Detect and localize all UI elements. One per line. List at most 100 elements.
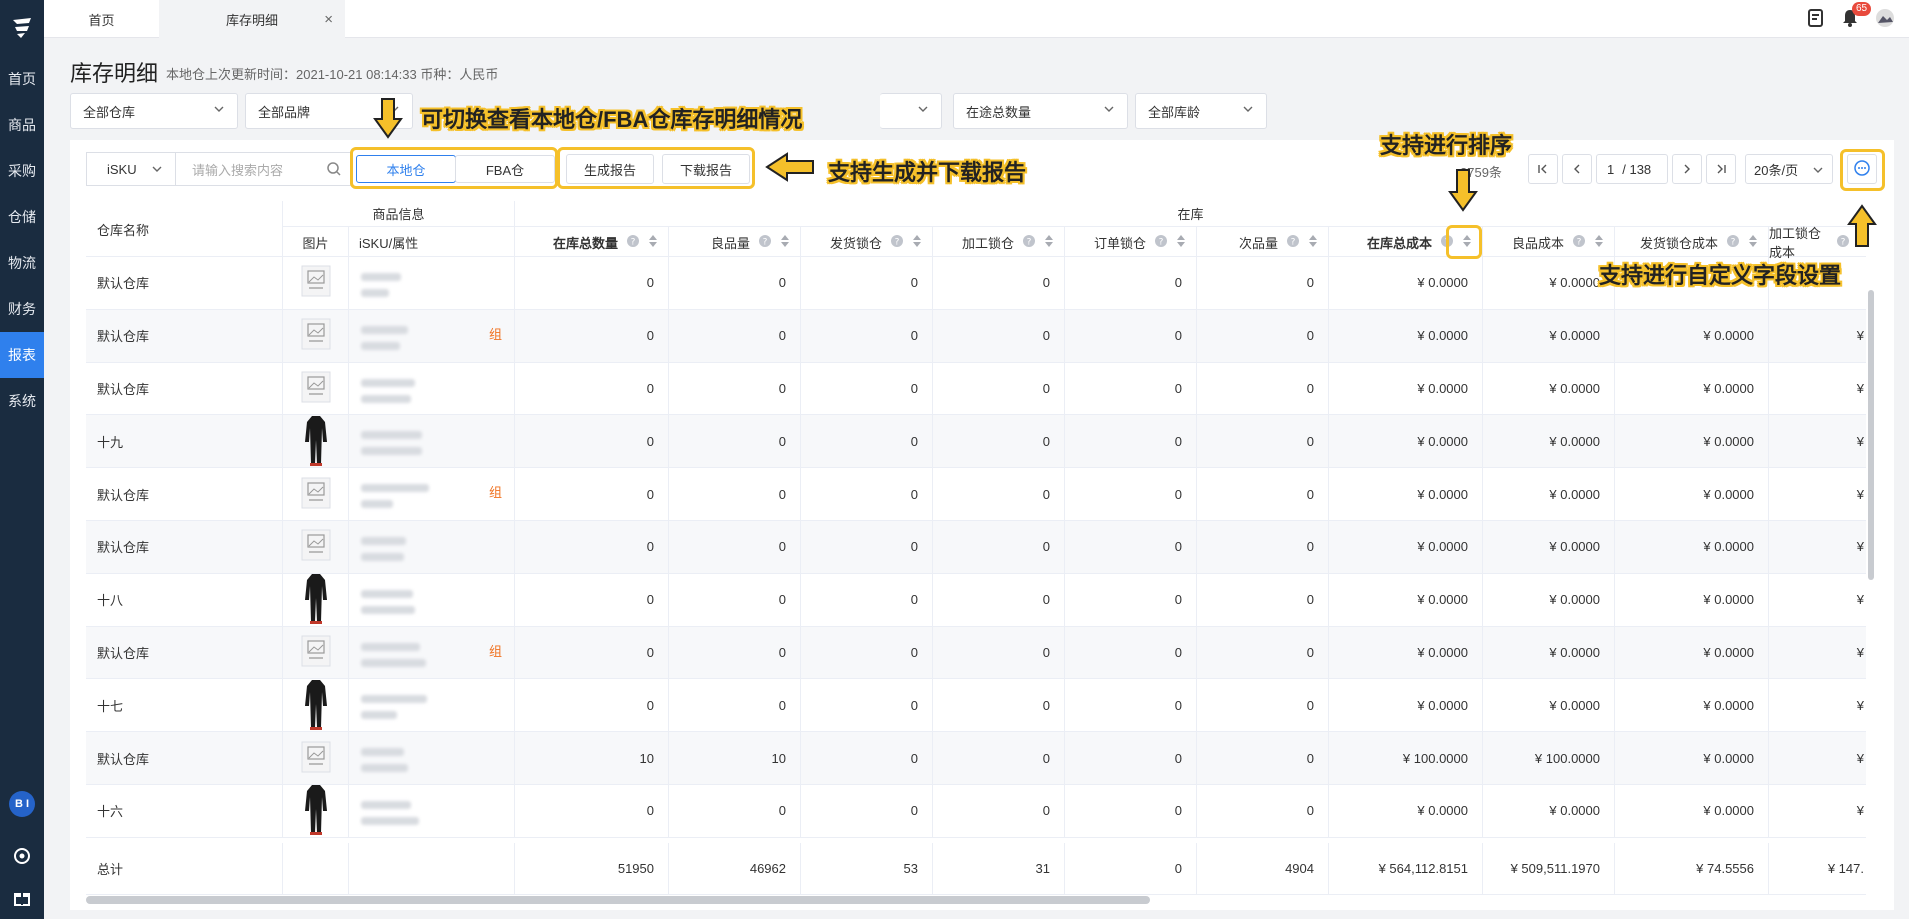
table-row[interactable]: 默认仓库组 0 0 0 0 0 0 ¥ 0.0000 ¥ 0.0000 ¥ 0.0000 ¥ <box>86 468 1866 521</box>
total-empty-cell <box>283 842 349 894</box>
search-input[interactable]: 请输入搜索内容 <box>175 152 351 186</box>
table-row[interactable]: 默认仓库 10 10 0 0 0 0 ¥ 100.0000 ¥ 100.0000 ¥ 0.0000… <box>86 732 1866 785</box>
help-icon[interactable]: ? <box>890 234 904 251</box>
header-good_cost[interactable]: 良品成本? <box>1483 227 1615 257</box>
header-ship_lock[interactable]: 发货锁仓? <box>801 227 933 257</box>
cell-image[interactable] <box>283 468 349 520</box>
total-ship_lock: 53 <box>801 842 933 894</box>
sidebar-item-4[interactable]: 物流 <box>0 240 44 286</box>
sidebar-item-3[interactable]: 仓储 <box>0 194 44 240</box>
hidden-select[interactable] <box>880 93 942 129</box>
help-icon[interactable]: ? <box>1154 234 1168 251</box>
next-page-button[interactable] <box>1672 154 1702 184</box>
chevron-down-icon <box>1812 164 1824 179</box>
help-icon[interactable]: ? <box>1286 234 1300 251</box>
user-avatar[interactable] <box>1875 8 1895 31</box>
cell-isku[interactable]: 组 <box>349 309 515 362</box>
tab-inventory-detail[interactable]: 库存明细 × <box>159 0 345 38</box>
help-icon[interactable]: ? <box>1572 234 1586 251</box>
table-row[interactable]: 默认仓库组 0 0 0 0 0 0 ¥ 0.0000 ¥ 0.0000 ¥ 0.0000 ¥ <box>86 309 1866 363</box>
header-ship_lock_cost[interactable]: 发货锁仓成本? <box>1615 227 1769 257</box>
sort-icon[interactable] <box>1308 234 1318 251</box>
cell-defective: 0 <box>1197 679 1329 732</box>
cell-image[interactable] <box>283 573 349 626</box>
cell-isku[interactable] <box>349 362 515 415</box>
chevron-down-icon <box>151 163 163 178</box>
header-order_lock[interactable]: 订单锁仓? <box>1065 227 1197 257</box>
search-type-select[interactable]: iSKU <box>86 152 176 186</box>
sidebar-item-1[interactable]: 商品 <box>0 102 44 148</box>
redacted-text <box>361 378 415 387</box>
cell-image[interactable] <box>283 626 349 679</box>
sort-icon[interactable] <box>1594 234 1604 251</box>
warehouse-select[interactable]: 全部仓库 <box>70 93 238 129</box>
cell-isku[interactable] <box>349 257 515 309</box>
search-icon[interactable] <box>326 161 342 180</box>
help-icon[interactable]: ? <box>626 234 640 251</box>
sidebar-item-5[interactable]: 财务 <box>0 286 44 332</box>
horizontal-scrollbar[interactable] <box>86 896 1150 904</box>
sort-icon[interactable] <box>648 234 658 251</box>
table-row[interactable]: 默认仓库 0 0 0 0 0 0 ¥ 0.0000 ¥ 0.0000 ¥ 0.0000 ¥ <box>86 362 1866 416</box>
cell-image[interactable] <box>283 257 349 309</box>
stock-age-select[interactable]: 全部库龄 <box>1135 93 1267 129</box>
page-size-select[interactable]: 20条/页 <box>1745 154 1833 184</box>
cell-isku[interactable] <box>349 679 515 732</box>
cell-order_lock: 0 <box>1065 468 1197 520</box>
prev-page-button[interactable] <box>1562 154 1592 184</box>
table-row[interactable]: 十九 0 0 0 0 0 0 ¥ 0.0000 ¥ 0.0000 ¥ 0.0000 ¥ <box>86 415 1866 469</box>
vertical-scrollbar[interactable] <box>1868 290 1874 580</box>
sidebar-item-2[interactable]: 采购 <box>0 148 44 194</box>
header-total_qty[interactable]: 在库总数量? <box>515 227 669 257</box>
sidebar-item-6[interactable]: 报表 <box>0 332 44 378</box>
sort-icon[interactable] <box>1176 234 1186 251</box>
last-page-button[interactable] <box>1706 154 1736 184</box>
help-icon[interactable]: ? <box>1022 234 1036 251</box>
cell-image[interactable] <box>283 521 349 573</box>
help-icon[interactable] <box>0 835 44 877</box>
sort-icon[interactable] <box>1748 234 1758 251</box>
first-page-button[interactable] <box>1528 154 1558 184</box>
close-icon[interactable]: × <box>324 11 333 28</box>
bi-avatar[interactable]: B I <box>9 791 35 817</box>
cell-image[interactable] <box>283 678 349 733</box>
sidebar-item-0[interactable]: 首页 <box>0 56 44 102</box>
cell-image[interactable] <box>283 309 349 362</box>
cell-isku[interactable] <box>349 573 515 626</box>
cell-isku[interactable]: 组 <box>349 626 515 679</box>
table-row[interactable]: 十七 0 0 0 0 0 0 ¥ 0.0000 ¥ 0.0000 ¥ 0.0000 ¥ <box>86 678 1866 733</box>
cell-order_lock: 0 <box>1065 732 1197 784</box>
cell-order_lock: 0 <box>1065 309 1197 362</box>
sort-icon[interactable] <box>912 234 922 251</box>
cell-isku[interactable]: 组 <box>349 468 515 520</box>
cell-image[interactable] <box>283 785 349 837</box>
cell-image[interactable] <box>283 362 349 415</box>
table-row[interactable]: 默认仓库组 0 0 0 0 0 0 ¥ 0.0000 ¥ 0.0000 ¥ 0.0000 ¥ <box>86 626 1866 680</box>
help-icon[interactable]: ? <box>1726 234 1740 251</box>
sort-icon[interactable] <box>1044 234 1054 251</box>
header-good_qty[interactable]: 良品量? <box>669 227 801 257</box>
product-thumbnail <box>301 678 331 733</box>
header-process_lock[interactable]: 加工锁仓? <box>933 227 1065 257</box>
help-icon[interactable]: ? <box>758 234 772 251</box>
cell-isku[interactable] <box>349 415 515 468</box>
bell-icon[interactable]: 65 <box>1841 1 1872 31</box>
in-transit-select[interactable]: 在途总数量 <box>953 93 1128 129</box>
table-row[interactable]: 十六 0 0 0 0 0 0 ¥ 0.0000 ¥ 0.0000 ¥ 0.0000 ¥ <box>86 785 1866 838</box>
cell-isku[interactable] <box>349 785 515 837</box>
cell-isku[interactable] <box>349 732 515 784</box>
cell-image[interactable] <box>283 732 349 784</box>
table-row[interactable]: 默认仓库 0 0 0 0 0 0 ¥ 0.0000 ¥ 0.0000 ¥ 0.0000 ¥ <box>86 521 1866 574</box>
sort-icon[interactable] <box>780 234 790 251</box>
gift-icon[interactable] <box>0 877 44 919</box>
cell-ship_lock: 0 <box>801 573 933 626</box>
tab-home[interactable]: 首页 <box>44 0 159 38</box>
page-input[interactable]: 1/ 138 <box>1596 154 1668 184</box>
cell-image[interactable] <box>283 415 349 468</box>
cell-isku[interactable] <box>349 521 515 573</box>
table-row[interactable]: 十八 0 0 0 0 0 0 ¥ 0.0000 ¥ 0.0000 ¥ 0.0000 ¥ <box>86 573 1866 627</box>
sidebar-item-7[interactable]: 系统 <box>0 378 44 424</box>
task-icon[interactable] <box>1807 8 1825 31</box>
header-defective[interactable]: 次品量? <box>1197 227 1329 257</box>
app-logo[interactable] <box>0 0 44 56</box>
